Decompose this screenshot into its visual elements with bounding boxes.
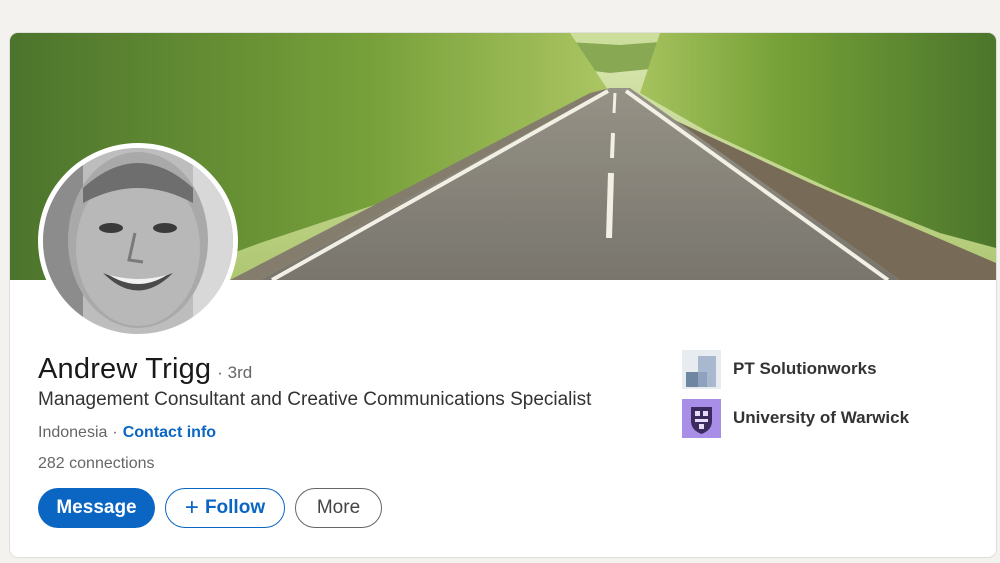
profile-card: Andrew Trigg · 3rd Management Consultant…: [10, 33, 996, 557]
follow-button-label: Follow: [204, 497, 266, 518]
profile-name: Andrew Trigg: [38, 353, 212, 385]
org-item-university-of-warwick[interactable]: University of Warwick: [682, 398, 909, 438]
degree-label: 3rd: [227, 363, 253, 382]
profile-photo: [43, 148, 233, 334]
profile-actions: Message + Follow More: [38, 488, 382, 528]
degree-separator: ·: [217, 363, 223, 382]
more-button[interactable]: More: [295, 488, 382, 528]
follow-button[interactable]: + Follow: [165, 488, 285, 528]
organizations-list: PT Solutionworks University of Warwick: [682, 349, 909, 447]
contact-info-link[interactable]: Contact info: [123, 424, 216, 442]
location-separator: ·: [112, 424, 118, 441]
org-item-pt-solutionworks[interactable]: PT Solutionworks: [682, 349, 909, 389]
message-button-label: Message: [56, 497, 137, 518]
avatar[interactable]: [38, 143, 238, 339]
connections-count[interactable]: 282 connections: [38, 455, 155, 473]
location-text: Indonesia: [38, 424, 108, 441]
org-name: University of Warwick: [733, 408, 910, 427]
name-row: Andrew Trigg · 3rd: [38, 353, 252, 386]
message-button[interactable]: Message: [38, 488, 155, 528]
location-row: Indonesia · Contact info: [38, 424, 216, 442]
org-name: PT Solutionworks: [733, 359, 877, 378]
plus-icon: +: [184, 494, 199, 521]
profile-headline: Management Consultant and Creative Commu…: [38, 389, 592, 410]
connection-degree: · 3rd: [217, 363, 252, 383]
more-button-label: More: [316, 497, 361, 518]
company-logo-icon: [682, 349, 721, 389]
university-crest-icon: [682, 398, 721, 438]
